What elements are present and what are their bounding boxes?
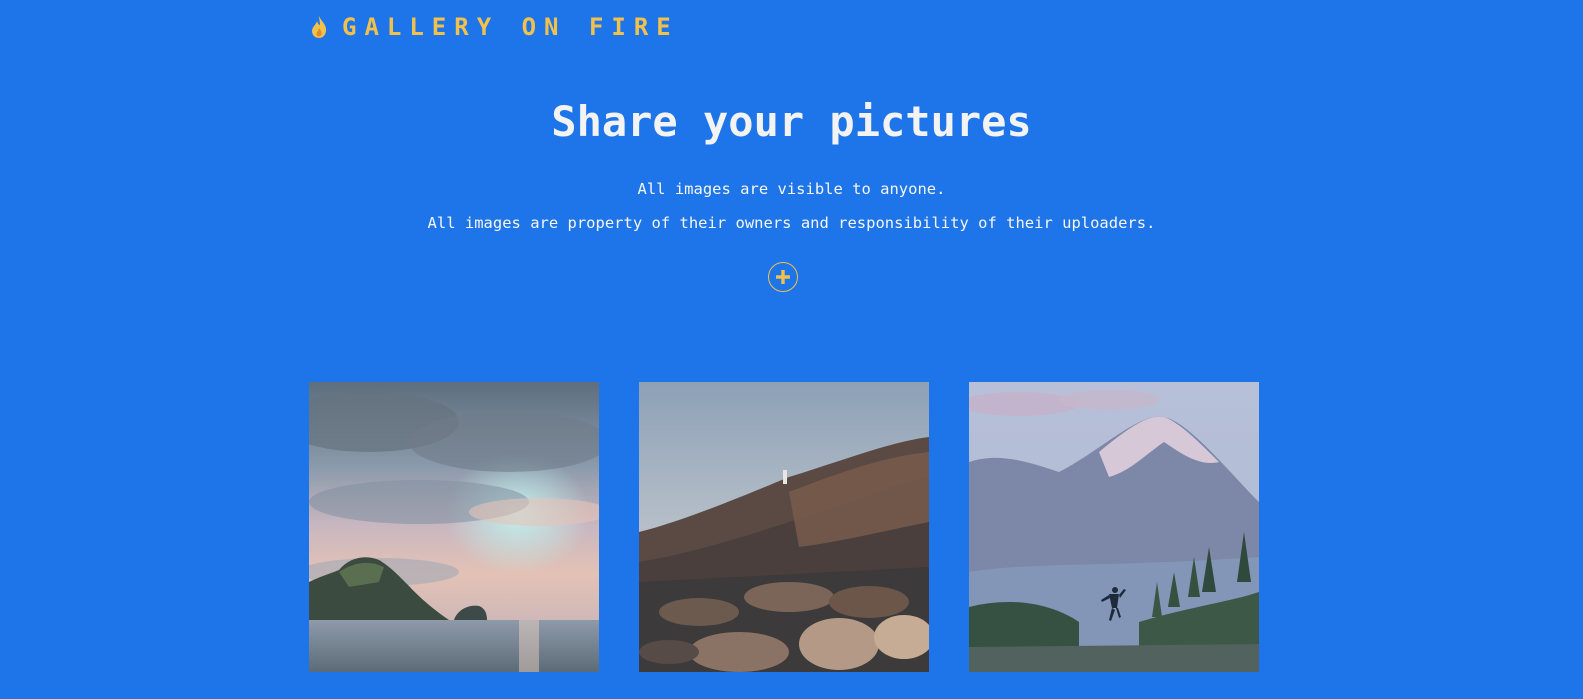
upload-button[interactable]	[768, 262, 798, 292]
page-title: Share your pictures	[551, 97, 1032, 146]
brand-name: GALLERY ON FIRE	[342, 13, 679, 41]
photo-gallery	[309, 382, 1259, 672]
brand-header[interactable]: GALLERY ON FIRE	[310, 12, 679, 42]
sea-sunset-islands-photo[interactable]	[309, 382, 599, 672]
rocky-coast-lighthouse-photo[interactable]	[639, 382, 929, 672]
mountain-jumper-photo[interactable]	[969, 382, 1259, 672]
ownership-notice: All images are property of their owners …	[427, 214, 1156, 232]
visibility-notice: All images are visible to anyone.	[637, 180, 946, 198]
plus-icon	[776, 270, 790, 284]
page: GALLERY ON FIRE Share your pictures All …	[0, 0, 1583, 699]
flame-icon	[312, 16, 327, 38]
